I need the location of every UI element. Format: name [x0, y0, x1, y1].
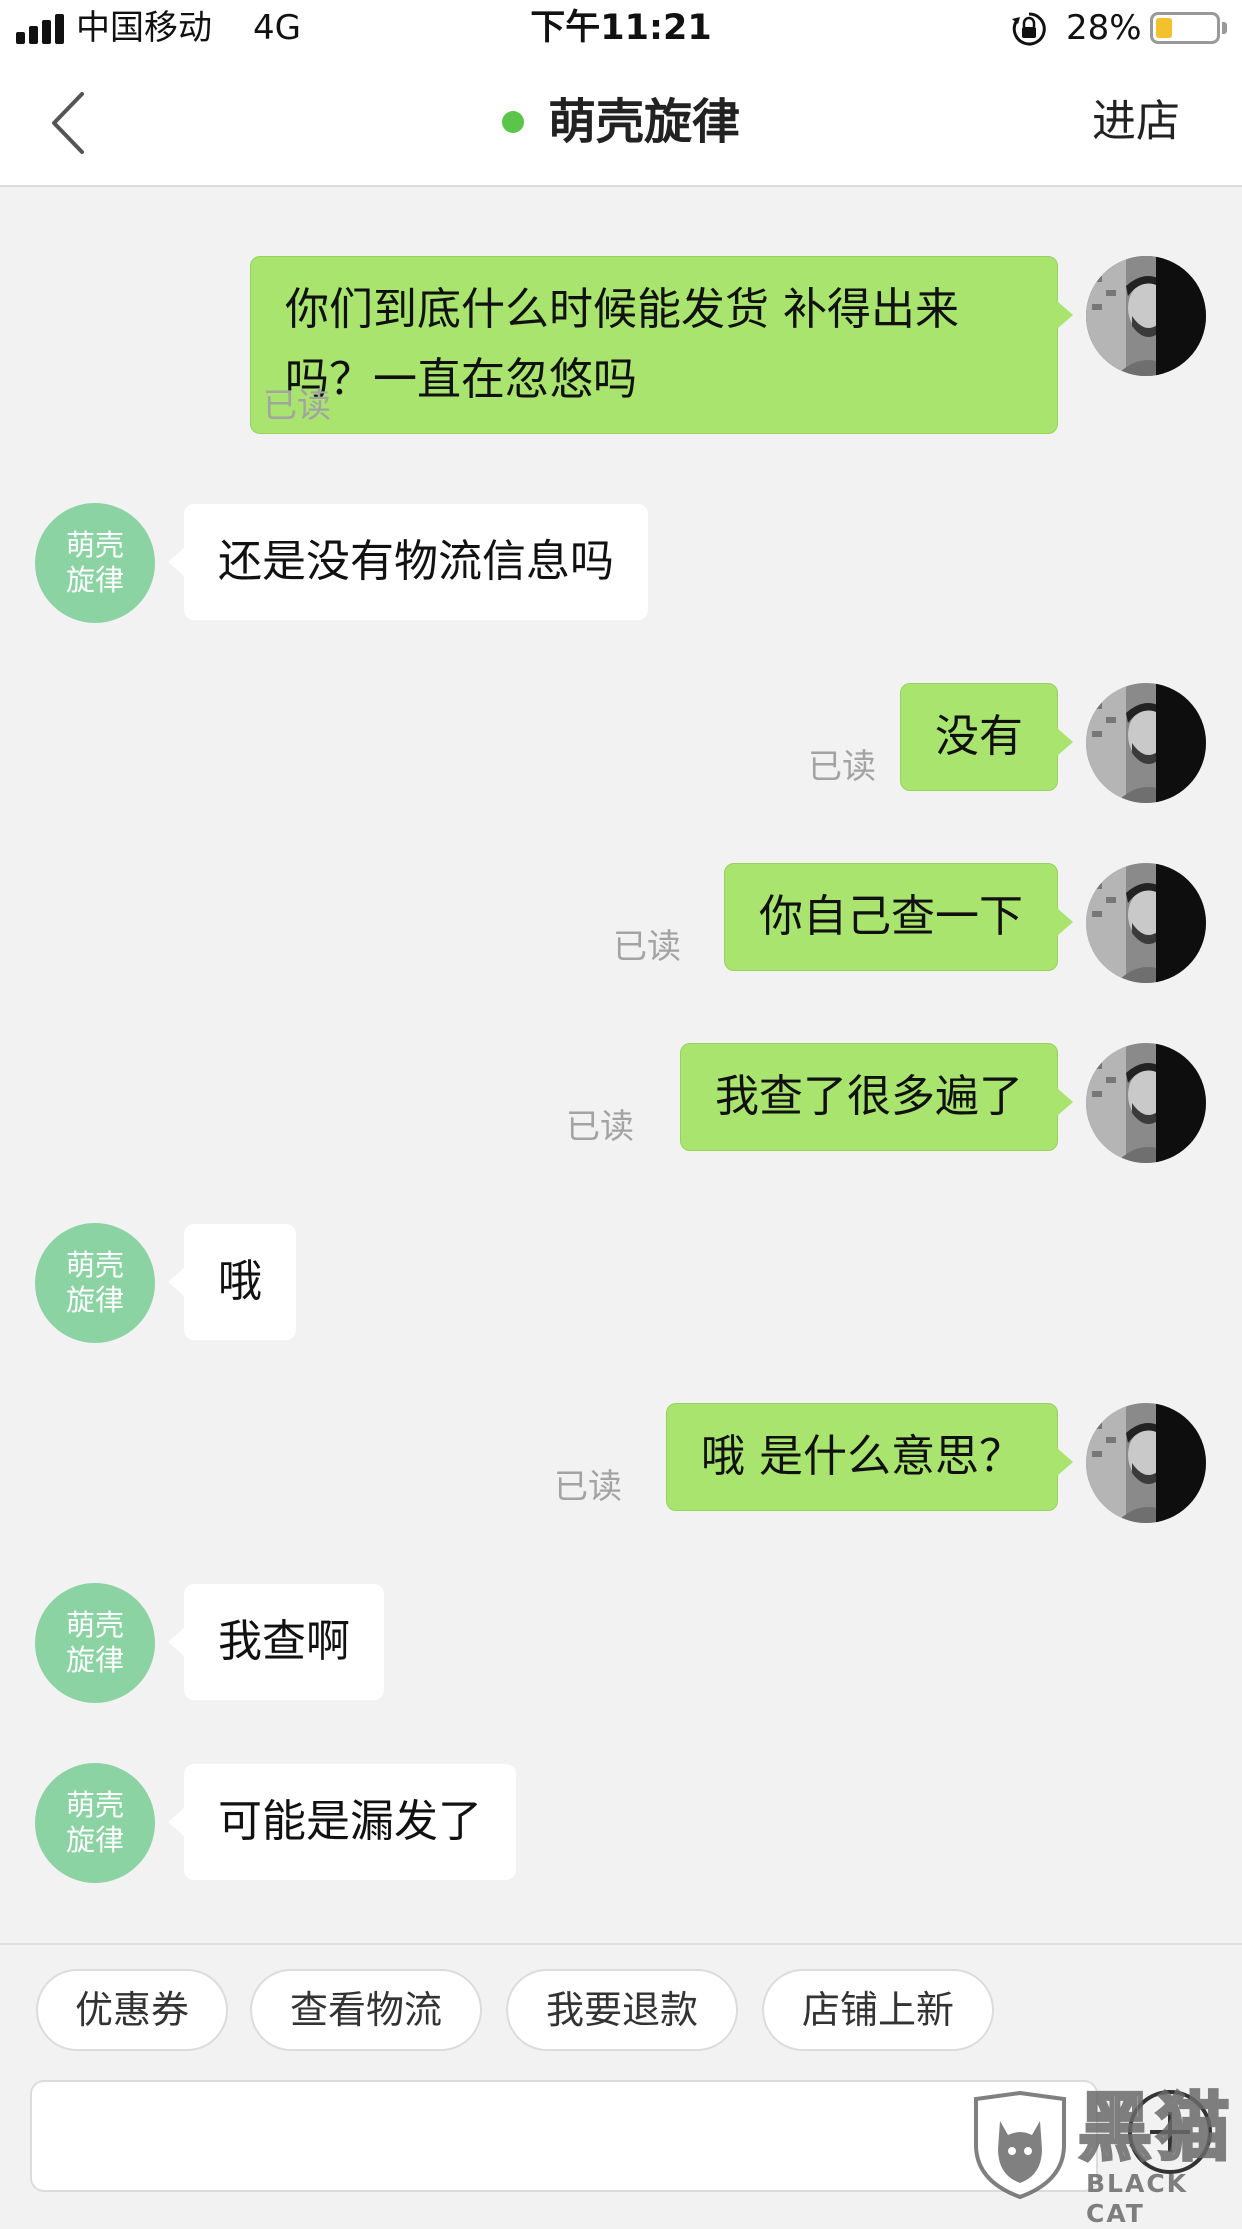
quick-action-coupon[interactable]: 优惠券 [36, 1969, 228, 2051]
rotation-lock-icon [1012, 12, 1046, 46]
quick-action-new-arrivals[interactable]: 店铺上新 [762, 1969, 994, 2051]
outgoing-message-bubble[interactable]: 哦 是什么意思？ [666, 1403, 1073, 1511]
outgoing-message-bubble[interactable]: 没有 [900, 683, 1073, 791]
read-receipt: 已读 [566, 1107, 634, 1147]
outgoing-message-bubble[interactable]: 你们到底什么时候能发货 补得出来吗？一直在忽悠吗 [250, 256, 1073, 434]
shop-avatar[interactable]: 萌壳旋律 [35, 1583, 155, 1703]
user-avatar[interactable] [1086, 1043, 1206, 1163]
incoming-message-bubble[interactable]: 我查啊 [168, 1584, 384, 1700]
outgoing-message-bubble[interactable]: 我查了很多遍了 [680, 1043, 1073, 1151]
user-avatar[interactable] [1086, 1403, 1206, 1523]
user-avatar[interactable] [1086, 256, 1206, 376]
battery-cap [1222, 22, 1227, 34]
user-avatar-image [1086, 1403, 1206, 1523]
incoming-message-bubble[interactable]: 还是没有物流信息吗 [168, 504, 648, 620]
watermark-en: BLACK CAT [1086, 2169, 1189, 2228]
read-receipt: 已读 [613, 927, 681, 967]
chat-title: 萌壳旋律 [547, 93, 740, 150]
quick-action-logistics[interactable]: 查看物流 [250, 1969, 482, 2051]
user-avatar-image [1086, 1043, 1206, 1163]
shop-avatar[interactable]: 萌壳旋律 [35, 503, 155, 623]
shop-avatar-text: 萌壳旋律 [65, 1788, 124, 1857]
watermark-cn: 黑猫 [1077, 2085, 1234, 2171]
read-receipt: 已读 [263, 386, 331, 426]
enter-store-button[interactable]: 进店 [1092, 92, 1180, 152]
cat-shield-icon [974, 2091, 1066, 2199]
battery-level [1156, 18, 1172, 38]
status-time: 下午11:21 [530, 8, 712, 48]
user-avatar[interactable] [1086, 683, 1206, 803]
shop-avatar-text: 萌壳旋律 [65, 1248, 124, 1317]
user-avatar-image [1086, 683, 1206, 803]
battery-icon [1150, 12, 1220, 44]
read-receipt: 已读 [808, 747, 876, 787]
user-avatar-image [1086, 863, 1206, 983]
quick-action-refund[interactable]: 我要退款 [506, 1969, 738, 2051]
user-avatar-image [1086, 256, 1206, 376]
user-avatar[interactable] [1086, 863, 1206, 983]
shop-avatar-text: 萌壳旋律 [65, 528, 124, 597]
shop-avatar[interactable]: 萌壳旋律 [35, 1223, 155, 1343]
nav-title-group: 萌壳旋律 [0, 58, 1242, 185]
shop-avatar-text: 萌壳旋律 [65, 1608, 124, 1677]
status-bar: 中国移动 4G 下午11:21 28% [0, 0, 1242, 58]
battery-percent: 28% [1066, 8, 1142, 48]
incoming-message-bubble[interactable]: 哦 [168, 1224, 296, 1340]
outgoing-message-bubble[interactable]: 你自己查一下 [724, 863, 1073, 971]
shop-avatar[interactable]: 萌壳旋律 [35, 1763, 155, 1883]
message-input[interactable] [30, 2080, 1098, 2192]
read-receipt: 已读 [554, 1467, 622, 1507]
online-status-dot [501, 110, 524, 133]
nav-bar: 萌壳旋律 进店 [0, 58, 1242, 187]
incoming-message-bubble[interactable]: 可能是漏发了 [168, 1764, 516, 1880]
watermark: 黑猫 BLACK CAT [966, 2085, 1242, 2228]
